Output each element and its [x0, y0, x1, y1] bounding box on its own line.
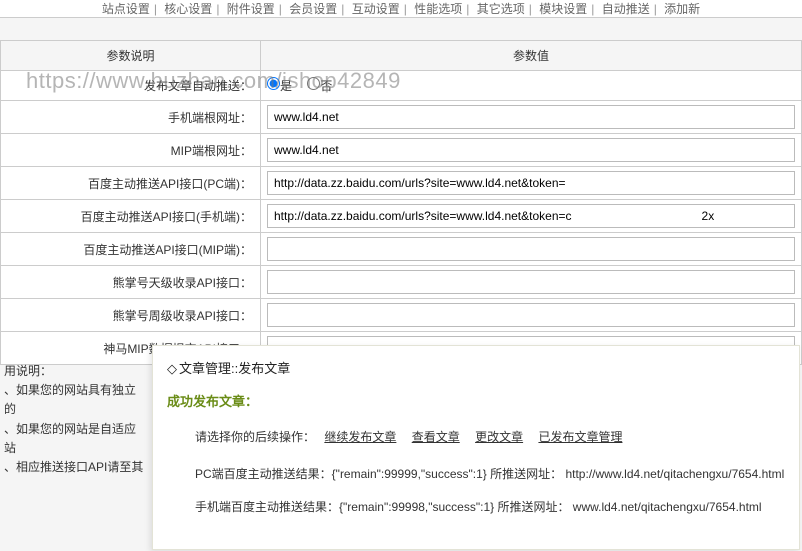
op-edit-article[interactable]: 更改文章	[475, 430, 523, 444]
row-label: 熊掌号周级收录API接口：	[1, 299, 261, 332]
ops-prompt: 请选择你的后续操作：	[195, 430, 315, 444]
nav-item[interactable]: 互动设置	[352, 2, 400, 16]
nav-item[interactable]: 核心设置	[164, 2, 212, 16]
panel-success: 成功发布文章：	[167, 391, 785, 410]
row-label: 发布文章自动推送：	[1, 71, 261, 101]
result-pc: PC端百度主动推送结果：{"remain":99999,"success":1}…	[167, 465, 785, 482]
panel-title: ◇文章管理::发布文章	[167, 358, 785, 377]
row-value: 是 否	[261, 71, 802, 101]
nav-item[interactable]: 其它选项	[477, 2, 525, 16]
mobile-root-input[interactable]	[267, 105, 795, 129]
op-published-manage[interactable]: 已发布文章管理	[538, 430, 622, 444]
op-view-article[interactable]: 查看文章	[412, 430, 460, 444]
row-label: 熊掌号天级收录API接口：	[1, 266, 261, 299]
nav-item[interactable]: 会员设置	[289, 2, 337, 16]
header-label: 参数说明	[1, 41, 261, 71]
nav-item[interactable]: 自动推送	[602, 2, 650, 16]
settings-table: 参数说明 参数值 发布文章自动推送： 是 否 手机端根网址： MIP端根网址： …	[0, 40, 802, 365]
top-nav: 站点设置| 核心设置| 附件设置| 会员设置| 互动设置| 性能选项| 其它选项…	[0, 0, 802, 18]
row-label: MIP端根网址：	[1, 134, 261, 167]
baidu-api-mobile-input[interactable]	[267, 204, 795, 228]
xiongzhang-daily-input[interactable]	[267, 270, 795, 294]
row-label: 百度主动推送API接口(MIP端)：	[1, 233, 261, 266]
radio-no-input[interactable]	[307, 77, 320, 90]
radio-yes-input[interactable]	[267, 77, 280, 90]
usage-title: 用说明：	[4, 362, 146, 381]
row-label: 手机端根网址：	[1, 101, 261, 134]
panel-ops: 请选择你的后续操作： 继续发布文章 查看文章 更改文章 已发布文章管理	[167, 428, 785, 445]
usage-line: 、如果您的网站是自适应站	[4, 420, 146, 458]
nav-item[interactable]: 站点设置	[102, 2, 150, 16]
publish-result-panel: ◇文章管理::发布文章 成功发布文章： 请选择你的后续操作： 继续发布文章 查看…	[152, 345, 800, 550]
header-value: 参数值	[261, 41, 802, 71]
nav-item[interactable]: 附件设置	[227, 2, 275, 16]
xiongzhang-weekly-input[interactable]	[267, 303, 795, 327]
nav-item[interactable]: 模块设置	[539, 2, 587, 16]
nav-item[interactable]: 性能选项	[414, 2, 462, 16]
usage-line: 、如果您的网站具有独立的	[4, 381, 146, 419]
op-continue-publish[interactable]: 继续发布文章	[324, 430, 396, 444]
radio-no[interactable]: 否	[307, 79, 332, 93]
mip-root-input[interactable]	[267, 138, 795, 162]
radio-yes[interactable]: 是	[267, 79, 292, 93]
usage-line: 、相应推送接口API请至其	[4, 458, 146, 477]
nav-item[interactable]: 添加新	[664, 2, 700, 16]
diamond-icon: ◇	[167, 361, 177, 376]
result-mobile: 手机端百度主动推送结果：{"remain":99998,"success":1}…	[167, 498, 785, 515]
baidu-api-mip-input[interactable]	[267, 237, 795, 261]
baidu-api-pc-input[interactable]	[267, 171, 795, 195]
row-label: 百度主动推送API接口(手机端)：	[1, 200, 261, 233]
row-label: 百度主动推送API接口(PC端)：	[1, 167, 261, 200]
usage-notes: 用说明： 、如果您的网站具有独立的 、如果您的网站是自适应站 、相应推送接口AP…	[0, 362, 150, 477]
